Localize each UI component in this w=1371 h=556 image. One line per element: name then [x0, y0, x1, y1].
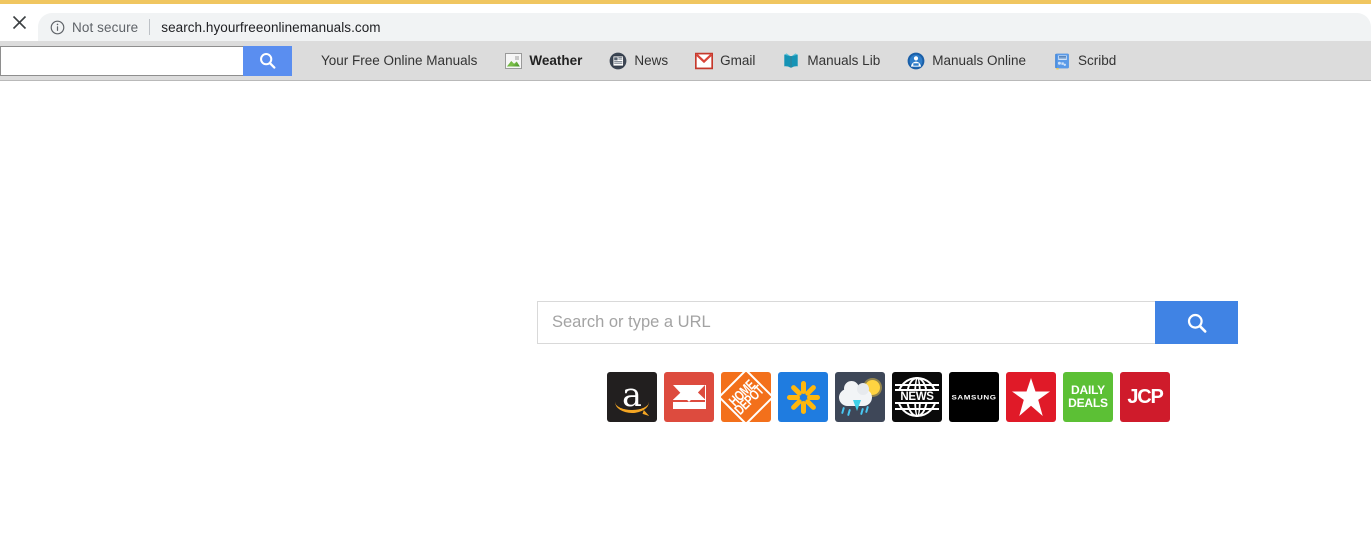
daily-deals-line2: DEALS — [1068, 396, 1108, 410]
home-depot-logo-icon: HOME DEPOT — [721, 372, 771, 422]
amazon-smile-icon — [615, 402, 649, 413]
tile-walmart[interactable] — [778, 372, 828, 422]
tile-amazon[interactable]: a — [607, 372, 657, 422]
browser-omnibox-row: Not secure search.hyourfreeonlinemanuals… — [0, 4, 1371, 41]
bookmark-manuals-online[interactable]: Manuals Online — [899, 49, 1034, 73]
shortcut-tiles: a HOME DEPOT NEWS SAMSUNG DAILY DEALS JC… — [607, 372, 1238, 422]
toolbar-search-input[interactable] — [0, 45, 243, 76]
search-widget: a HOME DEPOT — [537, 301, 1238, 422]
bookmark-news[interactable]: News — [601, 49, 676, 73]
toolbar-search-group — [0, 45, 292, 76]
bookmark-label: Gmail — [720, 53, 756, 68]
daily-deals-tile-label: DAILY DEALS — [1068, 384, 1108, 410]
bookmark-label: Scribd — [1078, 53, 1117, 68]
search-input[interactable] — [537, 301, 1155, 344]
tile-weather[interactable] — [835, 372, 885, 422]
bookmark-gmail[interactable]: Gmail — [687, 49, 763, 73]
gmail-envelope-icon — [695, 52, 714, 70]
tile-jcp[interactable]: JCP — [1120, 372, 1170, 422]
open-book-icon — [782, 52, 800, 70]
url-text: search.hyourfreeonlinemanuals.com — [161, 19, 381, 35]
bookmark-scribd[interactable]: Scribd — [1045, 49, 1124, 73]
news-tile-label: NEWS — [895, 389, 939, 404]
tile-daily-deals[interactable]: DAILY DEALS — [1063, 372, 1113, 422]
tile-macys[interactable] — [1006, 372, 1056, 422]
gmail-envelope-icon — [672, 385, 706, 409]
bookmarks-toolbar: Your Free Online Manuals Weather News Gm… — [0, 41, 1371, 81]
weather-storm-icon — [837, 377, 883, 417]
broken-image-icon — [504, 52, 522, 70]
news-globe-icon: NEWS — [895, 377, 939, 417]
address-bar[interactable]: Not secure search.hyourfreeonlinemanuals… — [38, 13, 1371, 41]
search-icon — [1187, 313, 1207, 333]
tile-news[interactable]: NEWS — [892, 372, 942, 422]
star-icon — [1012, 378, 1050, 416]
newspaper-circle-icon — [609, 52, 627, 70]
bookmark-label: Your Free Online Manuals — [321, 53, 478, 68]
search-icon — [260, 53, 276, 69]
bookmark-weather[interactable]: Weather — [496, 49, 590, 73]
main-search-group — [537, 301, 1238, 344]
search-button[interactable] — [1155, 301, 1238, 344]
tile-home-depot[interactable]: HOME DEPOT — [721, 372, 771, 422]
tile-gmail[interactable] — [664, 372, 714, 422]
toolbar-search-button[interactable] — [243, 45, 292, 76]
bookmark-your-free-online-manuals[interactable]: Your Free Online Manuals — [314, 49, 485, 73]
omnibox-divider — [149, 19, 151, 35]
walmart-spark-icon — [785, 379, 821, 415]
bookmark-label: News — [634, 53, 669, 68]
security-status-label: Not secure — [72, 19, 139, 35]
bookmark-manuals-lib[interactable]: Manuals Lib — [774, 49, 888, 73]
bookmark-label: Manuals Lib — [807, 53, 881, 68]
jcp-tile-label: JCP — [1127, 385, 1164, 408]
info-circle-icon[interactable] — [50, 20, 65, 35]
daily-deals-line1: DAILY — [1071, 383, 1105, 397]
bookmark-label: Weather — [529, 53, 583, 68]
bookmark-label: Manuals Online — [932, 53, 1027, 68]
tile-samsung[interactable]: SAMSUNG — [949, 372, 999, 422]
samsung-tile-label: SAMSUNG — [951, 393, 997, 401]
close-icon[interactable] — [0, 4, 38, 41]
page-content: a HOME DEPOT — [0, 81, 1371, 555]
scribd-book-icon — [1053, 52, 1071, 70]
person-reading-icon — [907, 52, 925, 70]
